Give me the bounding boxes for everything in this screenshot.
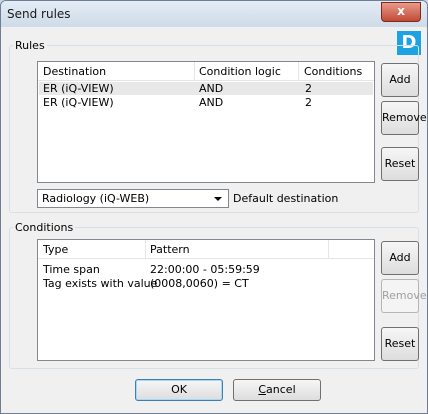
conditions-remove-button[interactable]: Remove	[381, 279, 427, 313]
rule-destination: ER (iQ-VIEW)	[43, 82, 114, 95]
conditions-reset-button[interactable]: Reset	[381, 327, 419, 361]
rule-condition-logic: AND	[199, 82, 224, 95]
close-icon: x	[397, 4, 405, 18]
cancel-mnemonic: C	[258, 383, 267, 396]
column-divider[interactable]	[328, 240, 329, 258]
window-title: Send rules	[7, 7, 71, 21]
send-rules-window: Send rules x D Rules Destination Conditi…	[0, 0, 428, 414]
condition-type: Time span	[43, 263, 100, 276]
rules-list-header: Destination Condition logic Conditions	[38, 62, 374, 81]
rules-col-conditions[interactable]: Conditions	[304, 65, 362, 78]
rule-conditions-count: 2	[305, 82, 312, 95]
cancel-label: ancel	[266, 383, 296, 396]
cancel-button[interactable]: Cancel	[233, 379, 321, 401]
conditions-col-type[interactable]: Type	[43, 243, 68, 256]
rule-destination: ER (iQ-VIEW)	[43, 96, 114, 109]
conditions-list[interactable]: Type Pattern Time span 22:00:00 - 05:59:…	[37, 239, 375, 361]
close-button[interactable]: x	[381, 2, 421, 22]
title-bar: Send rules x	[1, 1, 427, 27]
conditions-row[interactable]: Tag exists with value (0008,0060) = CT	[39, 277, 373, 290]
column-divider[interactable]	[298, 62, 299, 80]
condition-type: Tag exists with value	[43, 277, 158, 290]
rules-col-condition-logic[interactable]: Condition logic	[199, 65, 281, 78]
column-divider[interactable]	[145, 240, 146, 258]
conditions-row[interactable]: Time span 22:00:00 - 05:59:59	[39, 263, 373, 276]
conditions-group-label: Conditions	[13, 221, 76, 234]
column-divider[interactable]	[194, 62, 195, 80]
default-destination-value: Radiology (iQ-WEB)	[42, 192, 150, 205]
ok-button[interactable]: OK	[135, 379, 223, 401]
condition-pattern: (0008,0060) = CT	[150, 277, 249, 290]
default-destination-select[interactable]: Radiology (iQ-WEB)	[37, 189, 229, 208]
rules-col-destination[interactable]: Destination	[43, 65, 106, 78]
chevron-down-icon	[214, 197, 222, 201]
conditions-list-header: Type Pattern	[38, 240, 374, 259]
rule-condition-logic: AND	[199, 96, 224, 109]
condition-pattern: 22:00:00 - 05:59:59	[150, 263, 260, 276]
rules-add-button[interactable]: Add	[381, 63, 419, 97]
rules-reset-button[interactable]: Reset	[381, 147, 419, 181]
rules-list[interactable]: Destination Condition logic Conditions E…	[37, 61, 375, 183]
rules-group-label: Rules	[13, 39, 47, 52]
rules-remove-button[interactable]: Remove	[381, 101, 427, 135]
rules-row[interactable]: ER (iQ-VIEW) AND 2	[39, 96, 373, 109]
rule-conditions-count: 2	[305, 96, 312, 109]
rules-row[interactable]: ER (iQ-VIEW) AND 2	[39, 82, 373, 95]
default-destination-label: Default destination	[233, 192, 339, 205]
conditions-col-pattern[interactable]: Pattern	[150, 243, 190, 256]
conditions-add-button[interactable]: Add	[381, 241, 419, 275]
